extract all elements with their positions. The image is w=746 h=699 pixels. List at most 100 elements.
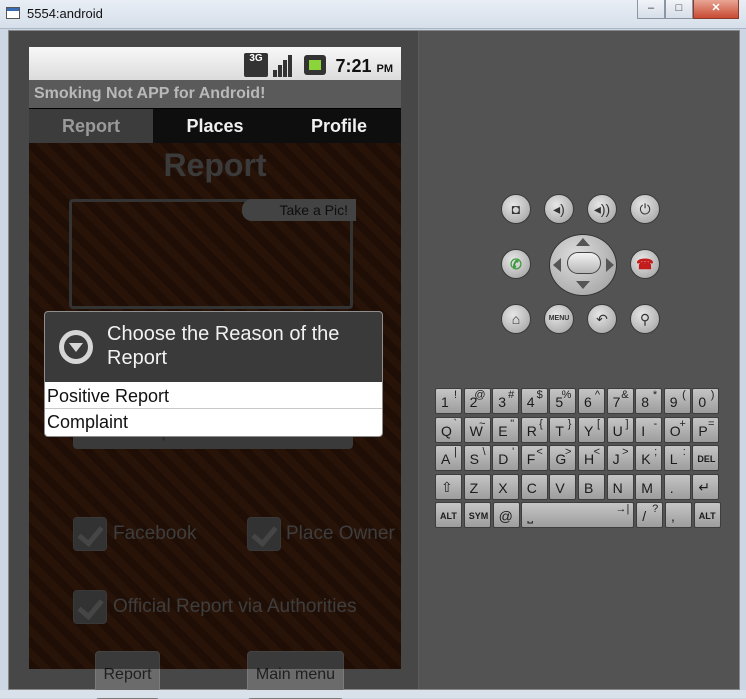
key-z[interactable]: Z bbox=[463, 473, 491, 500]
3g-icon: 3G bbox=[244, 53, 268, 77]
key-del[interactable]: DEL bbox=[692, 445, 720, 471]
key-alt-label: ! bbox=[453, 389, 457, 401]
key-label: ⇧ bbox=[441, 478, 453, 495]
key-label: DEL bbox=[697, 454, 716, 464]
power-button[interactable]: ⏻ bbox=[630, 194, 660, 224]
key-6[interactable]: 6 ^ bbox=[578, 388, 605, 414]
dpad-center-button[interactable] bbox=[567, 252, 601, 274]
key-a[interactable]: A | bbox=[435, 445, 462, 471]
key-enter[interactable]: ↵ bbox=[692, 473, 720, 500]
key-3[interactable]: 3 # bbox=[492, 388, 520, 414]
key-alt-label: = bbox=[707, 417, 715, 430]
dialog-options-list: Positive Report Complaint bbox=[44, 382, 383, 437]
key-alt[interactable]: ALT bbox=[435, 502, 462, 528]
key-label: Y bbox=[584, 422, 594, 439]
search-button[interactable]: ⚲ bbox=[630, 304, 660, 334]
key-i[interactable]: I- bbox=[635, 416, 663, 443]
key-space[interactable]: ⎵ →| bbox=[521, 502, 635, 528]
dropdown-circle-icon bbox=[59, 330, 93, 364]
key-w[interactable]: W ~ bbox=[463, 416, 491, 443]
tab-report[interactable]: Report bbox=[29, 109, 153, 143]
power-icon: ⏻ bbox=[639, 201, 651, 217]
key-8[interactable]: 8 * bbox=[635, 388, 663, 414]
volume-down-button[interactable]: ◂) bbox=[544, 194, 574, 224]
key-5[interactable]: 5% bbox=[549, 388, 577, 414]
key-7[interactable]: 7 & bbox=[606, 388, 634, 414]
key-alt-label: ^ bbox=[594, 389, 600, 401]
back-button[interactable]: ↶ bbox=[587, 304, 617, 334]
key-g[interactable]: G > bbox=[549, 445, 577, 471]
key-2[interactable]: 2 @ bbox=[463, 388, 491, 414]
minimize-button[interactable]: – bbox=[637, 0, 665, 19]
menu-button[interactable]: MENU bbox=[544, 304, 574, 334]
key-c[interactable]: C bbox=[520, 473, 548, 500]
window-title: 5554:android bbox=[27, 6, 103, 21]
dpad-left-icon[interactable] bbox=[553, 258, 561, 272]
phone-end-icon: ☎ bbox=[636, 256, 654, 272]
dpad-down-icon[interactable] bbox=[576, 281, 590, 289]
key-shift[interactable]: ⇧ bbox=[435, 473, 462, 500]
key-alt-label: $ bbox=[536, 389, 543, 401]
key-p[interactable]: P = bbox=[692, 416, 720, 443]
call-button[interactable]: ✆ bbox=[501, 249, 531, 279]
signal-strength-icon bbox=[273, 53, 297, 77]
key-@[interactable]: @ bbox=[492, 502, 520, 528]
key-h[interactable]: H < bbox=[578, 445, 605, 471]
key-u[interactable]: U] bbox=[606, 416, 634, 443]
key-e[interactable]: E " bbox=[492, 416, 520, 443]
key-y[interactable]: Y[ bbox=[578, 416, 605, 443]
key-f[interactable]: F < bbox=[520, 445, 548, 471]
key-alt[interactable]: ALT bbox=[693, 502, 721, 528]
key-q[interactable]: Q ` bbox=[435, 416, 462, 443]
key-sym[interactable]: SYM bbox=[463, 502, 491, 528]
key-l[interactable]: L: bbox=[663, 445, 691, 471]
key-x[interactable]: X bbox=[492, 473, 520, 500]
key-9[interactable]: 9( bbox=[663, 388, 691, 414]
key-alt-label: # bbox=[508, 389, 515, 401]
key-label: A bbox=[441, 451, 451, 467]
key-4[interactable]: 4 $ bbox=[520, 388, 548, 414]
key-.[interactable]: . bbox=[663, 473, 691, 500]
camera-button[interactable]: ◘ bbox=[501, 194, 531, 224]
key-label: 1 bbox=[441, 394, 449, 410]
key-b[interactable]: B bbox=[578, 473, 605, 500]
key-r[interactable]: R{ bbox=[520, 416, 548, 443]
home-button[interactable]: ⌂ bbox=[501, 304, 531, 334]
key-s[interactable]: S \ bbox=[463, 445, 491, 471]
key-j[interactable]: J > bbox=[606, 445, 634, 471]
key-label: R bbox=[526, 422, 537, 439]
tab-places[interactable]: Places bbox=[153, 109, 277, 143]
end-call-button[interactable]: ☎ bbox=[630, 249, 660, 279]
key-1[interactable]: 1! bbox=[435, 388, 462, 414]
key-label: Z bbox=[469, 479, 479, 496]
key-label: , bbox=[671, 508, 675, 524]
key-/[interactable]: /? bbox=[636, 502, 664, 528]
key-alt-label: > bbox=[622, 446, 629, 458]
key-v[interactable]: V bbox=[549, 473, 577, 500]
key-alt-label: ] bbox=[625, 417, 629, 430]
key-label: T bbox=[555, 422, 564, 439]
maximize-button[interactable]: □ bbox=[665, 0, 693, 19]
key-label: SYM bbox=[468, 511, 489, 521]
key-m[interactable]: M bbox=[635, 473, 663, 500]
key-t[interactable]: T} bbox=[549, 416, 577, 443]
dpad-right-icon[interactable] bbox=[606, 258, 614, 272]
key-,[interactable]: , bbox=[665, 502, 692, 528]
volume-up-button[interactable]: ◂)) bbox=[587, 194, 617, 224]
key-alt-label: % bbox=[561, 389, 572, 401]
key-label: F bbox=[526, 451, 536, 467]
option-positive-report[interactable]: Positive Report bbox=[45, 383, 382, 409]
key-k[interactable]: K; bbox=[635, 445, 663, 471]
key-o[interactable]: O + bbox=[663, 416, 691, 443]
close-button[interactable]: ✕ bbox=[693, 0, 739, 19]
key-alt-label: < bbox=[593, 446, 600, 458]
dpad-up-icon[interactable] bbox=[576, 238, 590, 246]
key-0[interactable]: 0) bbox=[692, 388, 720, 414]
tab-profile[interactable]: Profile bbox=[277, 109, 401, 143]
key-label: I bbox=[641, 422, 646, 439]
dialog-header: Choose the Reason of the Report bbox=[44, 311, 383, 382]
option-complaint[interactable]: Complaint bbox=[45, 409, 382, 435]
key-n[interactable]: N bbox=[606, 473, 634, 500]
key-label: 9 bbox=[669, 394, 678, 410]
key-d[interactable]: D ' bbox=[492, 445, 520, 471]
